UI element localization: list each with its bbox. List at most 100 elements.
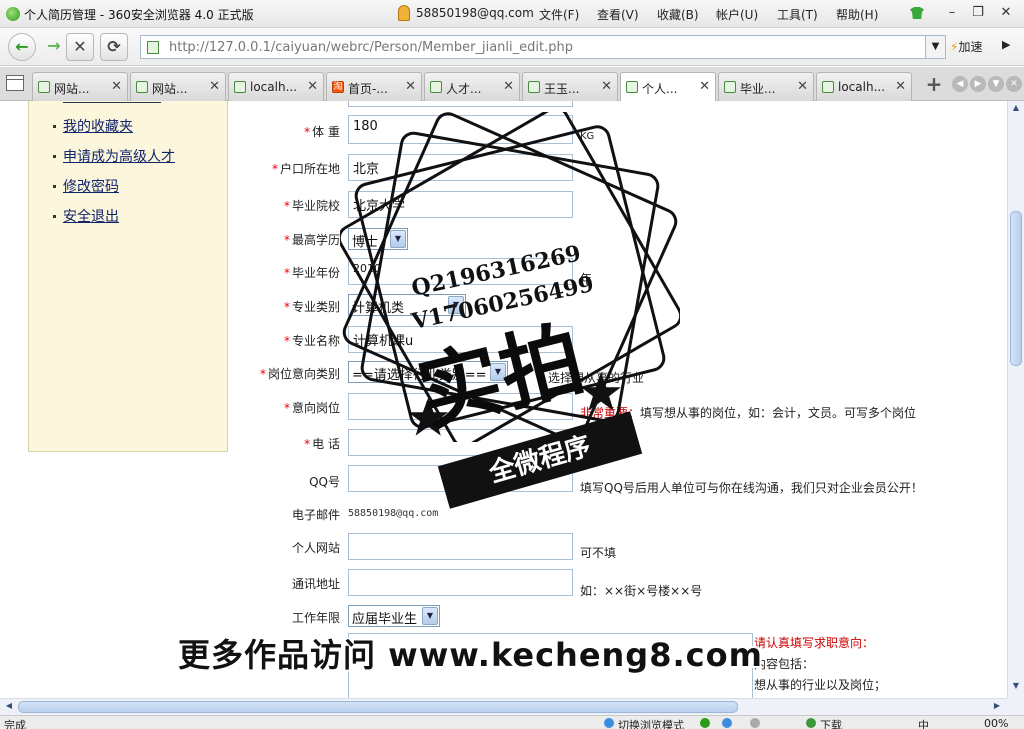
major-category-label: * 专业类别: [283, 300, 340, 314]
watermark-banner: 更多作品访问 www.kecheng8.com: [178, 636, 763, 674]
menu-file[interactable]: 文件(F): [539, 6, 579, 23]
school-label: * 毕业院校: [283, 199, 340, 213]
degree-select[interactable]: 博士 ▼: [348, 228, 408, 250]
tab-1[interactable]: 网站... ✕: [32, 72, 128, 101]
restore-button[interactable]: ❐: [968, 4, 988, 22]
skin-shirt-icon[interactable]: [910, 7, 924, 19]
tab-label: 网站...: [152, 82, 188, 96]
bullet-icon: [53, 185, 56, 188]
security-icon[interactable]: [700, 718, 710, 728]
close-tab-icon[interactable]: ✕: [797, 79, 808, 94]
tab-label: 王玉...: [544, 82, 580, 96]
tab-8[interactable]: 毕业... ✕: [718, 72, 814, 101]
tab-scroll-left-icon[interactable]: ◀: [952, 76, 968, 92]
horizontal-scroll-thumb[interactable]: [18, 701, 738, 713]
speedup-button[interactable]: ⚡加速: [950, 38, 982, 55]
chevron-down-icon: ▼: [422, 607, 438, 625]
browse-mode-switch[interactable]: 切换浏览模式: [618, 717, 684, 729]
tab-9[interactable]: localh... ✕: [816, 72, 912, 101]
website-input[interactable]: [348, 533, 573, 560]
close-window-button[interactable]: ✕: [996, 4, 1016, 22]
email-value[interactable]: 58850198@qq.com: [348, 508, 438, 519]
tab-scroll-right-icon[interactable]: ▶: [970, 76, 986, 92]
qq-hint: 填写QQ号后用人单位可与你在线沟通，我们只对企业会员公开！: [580, 481, 923, 495]
address-hint: 如：××街×号楼××号: [580, 584, 703, 598]
close-tab-icon[interactable]: ✕: [699, 79, 710, 94]
tab-5[interactable]: 人才... ✕: [424, 72, 520, 101]
account-email[interactable]: 58850198@qq.com: [416, 6, 534, 20]
tab-3[interactable]: localh... ✕: [228, 72, 324, 101]
hukou-input[interactable]: 北京: [348, 154, 573, 181]
status-text: 完成: [4, 719, 26, 729]
sidebar-link-apply-senior[interactable]: 申请成为高级人才: [63, 146, 175, 166]
sidebar-link-change-password[interactable]: 修改密码: [63, 176, 119, 196]
tab-close-all-icon[interactable]: ✕: [1006, 76, 1022, 92]
page-icon: [528, 81, 540, 93]
school-input[interactable]: 北京大学: [348, 191, 573, 218]
ie-icon[interactable]: [722, 718, 732, 728]
close-tab-icon[interactable]: ✕: [503, 79, 514, 94]
reload-button[interactable]: ⟳: [100, 33, 128, 61]
back-button[interactable]: ←: [8, 33, 36, 61]
close-tab-icon[interactable]: ✕: [111, 79, 122, 94]
download-button[interactable]: 下载: [820, 717, 842, 729]
toolbar-more-icon[interactable]: ▶: [1002, 38, 1010, 51]
bullet-icon: [53, 125, 56, 128]
sidebar-divider: [63, 102, 161, 103]
experience-select[interactable]: 应届毕业生 ▼: [348, 605, 440, 627]
tab-label: 个人...: [642, 82, 678, 96]
scroll-up-icon[interactable]: ▲: [1010, 103, 1022, 117]
close-tab-icon[interactable]: ✕: [307, 79, 318, 94]
horizontal-scrollbar[interactable]: ◀ ▶: [0, 698, 1007, 715]
url-history-dropdown[interactable]: ▼: [926, 35, 946, 59]
user-account-icon[interactable]: [398, 5, 410, 21]
job-intent-label: * 意向岗位: [283, 401, 340, 415]
tab-2[interactable]: 网站... ✕: [130, 72, 226, 101]
vertical-scroll-thumb[interactable]: [1010, 211, 1022, 366]
page-icon: [234, 81, 246, 93]
minimize-button[interactable]: –: [942, 4, 962, 22]
close-tab-icon[interactable]: ✕: [405, 79, 416, 94]
menu-tools[interactable]: 工具(T): [777, 6, 818, 23]
forward-button[interactable]: →: [40, 33, 68, 61]
scroll-right-icon[interactable]: ▶: [990, 701, 1004, 713]
download-icon[interactable]: [806, 718, 816, 728]
phone-label: * 电 话: [304, 437, 340, 451]
tab-label: localh...: [838, 80, 886, 94]
stop-button[interactable]: ✕: [66, 33, 94, 61]
zoom-level[interactable]: 00%: [984, 717, 1008, 729]
page-icon: [136, 81, 148, 93]
browse-mode-icon[interactable]: [604, 718, 614, 728]
scroll-left-icon[interactable]: ◀: [2, 701, 16, 713]
close-tab-icon[interactable]: ✕: [895, 79, 906, 94]
close-tab-icon[interactable]: ✕: [601, 79, 612, 94]
menu-account[interactable]: 帐户(U): [716, 6, 758, 23]
ime-indicator[interactable]: 中: [918, 717, 929, 729]
vertical-scrollbar[interactable]: ▲ ▼: [1007, 101, 1024, 698]
page-icon: [430, 81, 442, 93]
grad-year-label: * 毕业年份: [283, 266, 340, 280]
menu-help[interactable]: 帮助(H): [836, 6, 878, 23]
new-tab-button[interactable]: +: [922, 73, 946, 97]
close-tab-icon[interactable]: ✕: [209, 79, 220, 94]
sidebar-link-logout[interactable]: 安全退出: [63, 206, 119, 226]
tab-list-icon[interactable]: ▼: [988, 76, 1004, 92]
sidebar-toggle-icon[interactable]: [6, 75, 24, 91]
menu-favorites[interactable]: 收藏(B): [657, 6, 699, 23]
scrollbar-corner: [1007, 698, 1024, 715]
menu-view[interactable]: 查看(V): [597, 6, 639, 23]
address-bar[interactable]: http://127.0.0.1/caiyuan/webrc/Person/Me…: [140, 35, 926, 59]
previous-field-input[interactable]: [348, 101, 573, 107]
toggle-icon[interactable]: [750, 718, 760, 728]
tab-7[interactable]: 个人... ✕: [620, 72, 716, 102]
objective-hint: 请认真填写求职意向： 内容包括： 想从事的行业以及岗位；: [754, 633, 914, 696]
tab-label: localh...: [250, 80, 298, 94]
sidebar-link-favorites[interactable]: 我的收藏夹: [63, 116, 133, 136]
scroll-down-icon[interactable]: ▼: [1010, 681, 1022, 695]
tab-6[interactable]: 王玉... ✕: [522, 72, 618, 101]
weight-input[interactable]: 180: [348, 115, 573, 144]
url-text[interactable]: http://127.0.0.1/caiyuan/webrc/Person/Me…: [169, 40, 573, 55]
website-label: 个人网站: [291, 541, 340, 555]
tab-4[interactable]: 淘首页-... ✕: [326, 72, 422, 101]
address-input[interactable]: [348, 569, 573, 596]
